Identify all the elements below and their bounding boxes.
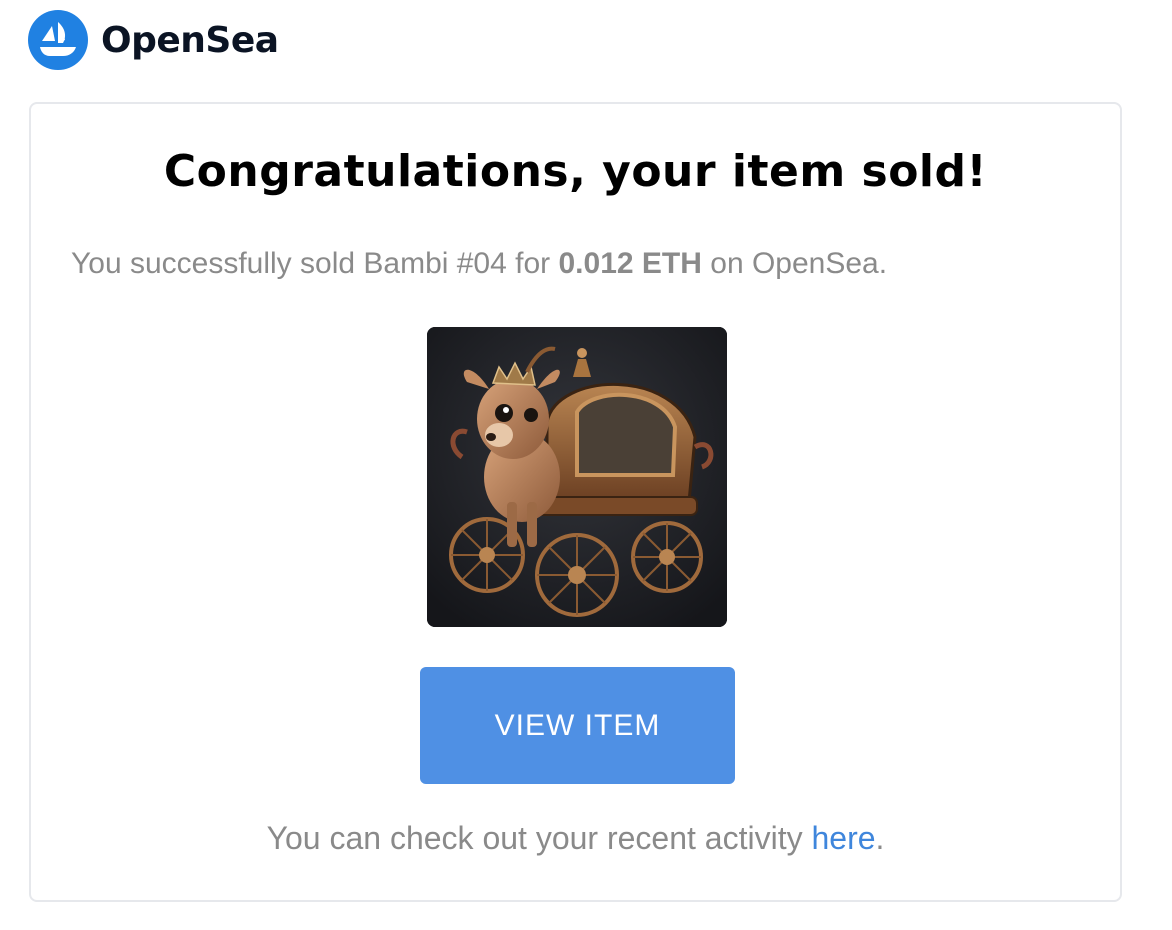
sale-message-suffix: on OpenSea. [701,247,888,280]
sale-price: 0.012 ETH [558,247,702,280]
opensea-ship-icon[interactable] [28,10,88,70]
header: OpenSea [28,10,279,70]
deer-carriage-artwork [427,327,727,627]
sale-notification-card: Congratulations, your item sold! You suc… [29,102,1122,902]
view-item-button[interactable]: VIEW ITEM [420,667,735,784]
nft-image[interactable] [427,327,727,627]
brand-name: OpenSea [101,19,279,61]
sale-message-prefix: You successfully sold Bambi #04 for [71,247,559,280]
recent-activity-link[interactable]: here [811,820,875,856]
recent-activity-text: You can check out your recent activity [266,820,812,856]
recent-activity-note: You can check out your recent activity h… [31,820,1120,857]
sale-message: You successfully sold Bambi #04 for 0.01… [71,247,887,281]
page-title: Congratulations, your item sold! [163,146,988,197]
recent-activity-suffix: . [875,820,885,856]
